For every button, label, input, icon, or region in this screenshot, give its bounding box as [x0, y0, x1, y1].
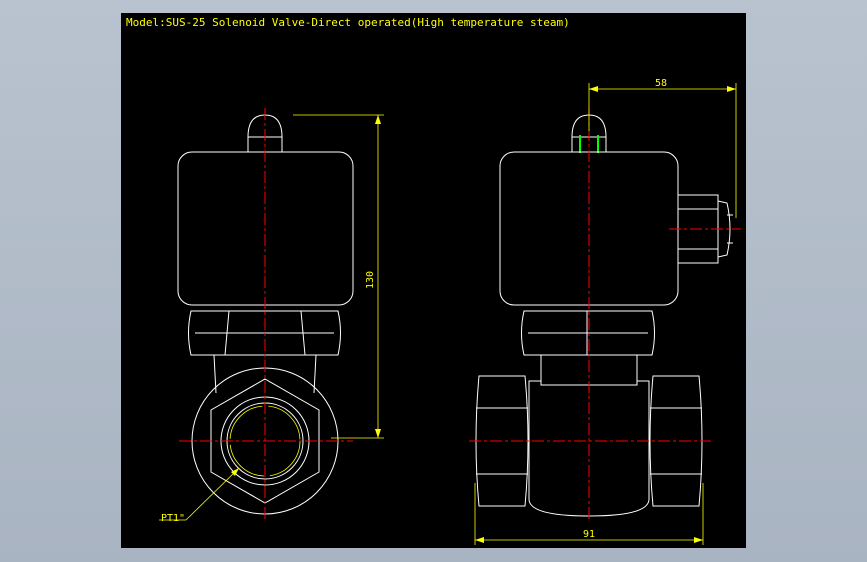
drawing-title: Model:SUS-25 Solenoid Valve-Direct opera… [126, 16, 570, 29]
dimension-body-width-label: 91 [583, 529, 595, 540]
dimension-terminal-offset-label: 58 [655, 78, 667, 89]
front-view [177, 108, 354, 521]
cad-viewport[interactable]: Model:SUS-25 Solenoid Valve-Direct opera… [121, 13, 746, 548]
thread-leader: PT1" [159, 467, 240, 524]
dimension-height-label: 130 [365, 271, 376, 289]
thread-label: PT1" [161, 513, 185, 524]
side-view [469, 108, 741, 521]
dimension-height: 130 [293, 114, 384, 439]
dimension-terminal-offset: 58 [588, 78, 737, 218]
technical-drawing: Model:SUS-25 Solenoid Valve-Direct opera… [126, 16, 741, 545]
